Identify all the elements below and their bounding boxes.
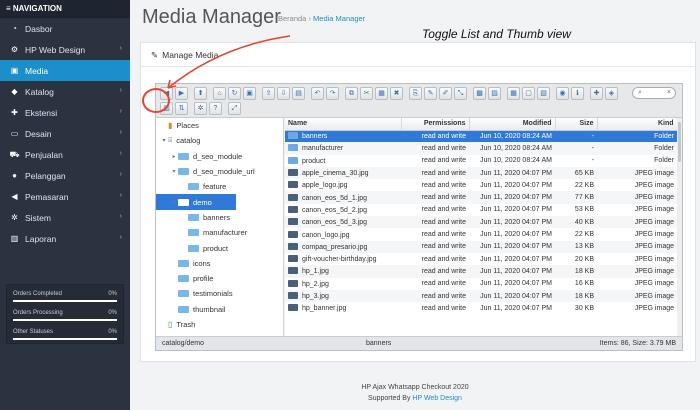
- annotation-arrow: [167, 35, 291, 89]
